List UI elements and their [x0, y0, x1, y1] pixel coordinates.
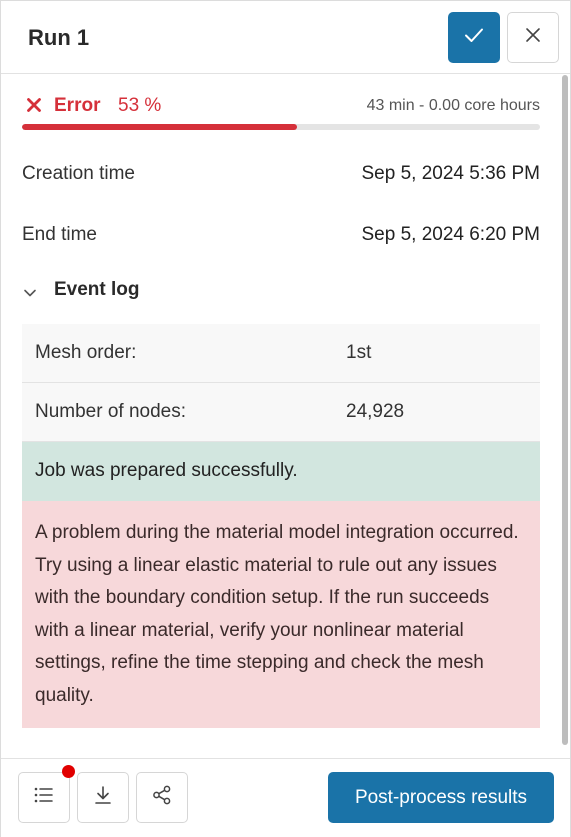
status-percent: 53 % — [118, 95, 162, 116]
chevron-down-icon — [23, 285, 37, 303]
log-key: Mesh order: — [35, 342, 137, 363]
check-icon — [463, 24, 485, 51]
list-icon — [33, 786, 55, 809]
end-time-label: End time — [22, 224, 97, 245]
creation-time-value: Sep 5, 2024 5:36 PM — [361, 163, 540, 184]
close-button[interactable] — [507, 12, 559, 63]
log-value: 1st — [346, 342, 372, 363]
share-icon — [151, 784, 173, 811]
creation-time-row: Creation time Sep 5, 2024 5:36 PM — [22, 163, 540, 189]
event-list-button[interactable] — [18, 772, 70, 823]
progress-bar — [22, 124, 540, 130]
post-process-button[interactable]: Post-process results — [328, 772, 554, 823]
log-key: Number of nodes: — [35, 401, 187, 422]
log-value: 24,928 — [346, 401, 405, 422]
event-log: Mesh order: 1st Number of nodes: 24,928 … — [22, 324, 540, 728]
run-duration: 43 min - 0.00 core hours — [366, 97, 540, 114]
run-title: Run 1 — [28, 25, 90, 50]
panel-header: Run 1 — [1, 1, 570, 74]
status-label: Error — [54, 95, 101, 116]
x-icon — [26, 96, 42, 119]
end-time-value: Sep 5, 2024 6:20 PM — [361, 224, 540, 245]
close-icon — [524, 26, 542, 49]
panel-footer: Post-process results — [1, 758, 570, 837]
error-message: A problem during the material model inte… — [22, 501, 540, 728]
share-button[interactable] — [136, 772, 188, 823]
download-button[interactable] — [77, 772, 129, 823]
progress-fill — [22, 124, 297, 130]
scrollbar[interactable] — [562, 75, 568, 745]
event-log-title: Event log — [54, 279, 140, 300]
log-row-mesh-order: Mesh order: 1st — [22, 324, 540, 383]
log-row-node-count: Number of nodes: 24,928 — [22, 383, 540, 442]
creation-time-label: Creation time — [22, 163, 135, 184]
content-area[interactable]: Error 53 % 43 min - 0.00 core hours Crea… — [1, 75, 570, 758]
end-time-row: End time Sep 5, 2024 6:20 PM — [22, 224, 540, 250]
status-row: Error 53 % 43 min - 0.00 core hours — [26, 95, 540, 117]
confirm-button[interactable] — [448, 12, 500, 63]
success-message: Job was prepared successfully. — [22, 442, 540, 501]
download-icon — [93, 784, 113, 811]
run-panel: Run 1 Error 53 % 43 min - 0.00 core hour… — [0, 0, 571, 837]
notification-dot — [62, 765, 75, 778]
